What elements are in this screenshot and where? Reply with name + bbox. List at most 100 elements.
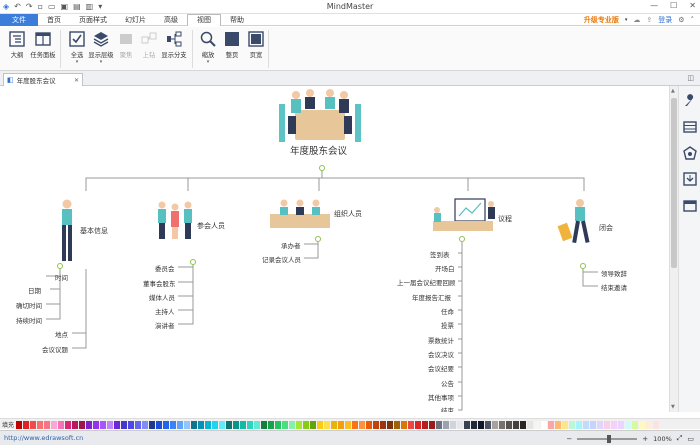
menu-tab-help[interactable]: 帮助: [221, 14, 253, 26]
color-swatch[interactable]: [86, 421, 92, 429]
list-icon[interactable]: [683, 120, 697, 134]
color-swatch[interactable]: [107, 421, 113, 429]
leaf-item[interactable]: 公告: [441, 378, 454, 388]
show-level-button[interactable]: 显示层级 ▾: [88, 31, 114, 65]
color-swatch[interactable]: [205, 421, 211, 429]
color-swatch[interactable]: [331, 421, 337, 429]
leaf-item[interactable]: 领导致辞: [601, 268, 627, 278]
theme-icon[interactable]: [683, 146, 697, 160]
color-swatch[interactable]: [37, 421, 43, 429]
scroll-up-icon[interactable]: ▲: [671, 88, 675, 94]
color-swatch[interactable]: [583, 421, 589, 429]
color-swatch[interactable]: [261, 421, 267, 429]
color-swatch[interactable]: [16, 421, 22, 429]
leaf-item[interactable]: 会议纪要: [428, 363, 454, 373]
menu-tab-home[interactable]: 首页: [38, 14, 70, 26]
color-swatch[interactable]: [366, 421, 372, 429]
color-swatch[interactable]: [415, 421, 421, 429]
color-swatch[interactable]: [443, 421, 449, 429]
leaf-item[interactable]: 记录会议人员: [262, 254, 301, 264]
leaf-item[interactable]: 主持人: [155, 306, 175, 316]
color-swatch[interactable]: [653, 421, 659, 429]
leaf-item[interactable]: 上一届会议纪要回顾: [397, 277, 456, 287]
color-swatch[interactable]: [576, 421, 582, 429]
color-swatch[interactable]: [618, 421, 624, 429]
zoom-button[interactable]: 缩放 ▾: [195, 31, 221, 65]
zoom-slider[interactable]: [577, 434, 638, 443]
color-swatch[interactable]: [646, 421, 652, 429]
document-tab[interactable]: ◧ 年度股东会议 ✕: [3, 73, 83, 86]
collapse-ribbon-icon[interactable]: ˄: [691, 16, 695, 24]
leaf-item[interactable]: 委员会: [155, 263, 175, 273]
color-swatch[interactable]: [310, 421, 316, 429]
menu-tab-slides[interactable]: 幻灯片: [116, 14, 155, 26]
color-swatch[interactable]: [135, 421, 141, 429]
color-swatch[interactable]: [282, 421, 288, 429]
branch-title-attendees[interactable]: 参会人员: [197, 221, 225, 231]
fit-window-icon[interactable]: ⤢: [677, 434, 683, 443]
zoom-slider-knob[interactable]: [607, 434, 612, 443]
vertical-scrollbar[interactable]: ▲ ▼: [669, 86, 678, 412]
leaf-item[interactable]: 会议议题: [42, 344, 68, 354]
leaf-item[interactable]: 确切时间: [16, 300, 42, 310]
color-swatch[interactable]: [156, 421, 162, 429]
close-tab-icon[interactable]: ✕: [74, 77, 79, 84]
central-topic[interactable]: 年度股东会议: [290, 143, 347, 157]
color-swatch[interactable]: [534, 421, 540, 429]
color-swatch[interactable]: [226, 421, 232, 429]
leaf-item[interactable]: 演讲者: [155, 320, 175, 330]
close-icon[interactable]: ✕: [689, 1, 696, 10]
leaf-item[interactable]: 董事会股东: [143, 278, 176, 288]
color-swatch[interactable]: [625, 421, 631, 429]
color-swatch[interactable]: [604, 421, 610, 429]
leaf-item[interactable]: 年度报告汇报: [412, 292, 451, 302]
select-all-button[interactable]: 全选 ▾: [64, 31, 90, 65]
leaf-item[interactable]: 日期: [28, 285, 41, 295]
color-swatch[interactable]: [58, 421, 64, 429]
color-swatch[interactable]: [632, 421, 638, 429]
branch-title-organizers[interactable]: 组织人员: [334, 209, 362, 219]
color-swatch[interactable]: [408, 421, 414, 429]
color-swatch[interactable]: [513, 421, 519, 429]
color-swatch[interactable]: [611, 421, 617, 429]
cloud-icon[interactable]: ☁: [633, 16, 640, 24]
color-swatch[interactable]: [303, 421, 309, 429]
color-swatch[interactable]: [121, 421, 127, 429]
leaf-item[interactable]: 任命: [441, 306, 454, 316]
zoom-out-icon[interactable]: −: [566, 435, 572, 443]
fit-page-button[interactable]: 整页: [219, 31, 245, 59]
upgrade-dropdown-icon[interactable]: ▾: [625, 17, 628, 23]
color-swatch[interactable]: [170, 421, 176, 429]
zoom-in-icon[interactable]: +: [642, 435, 648, 443]
color-swatch[interactable]: [450, 421, 456, 429]
scrollbar-thumb[interactable]: [671, 98, 677, 268]
color-swatch[interactable]: [114, 421, 120, 429]
color-swatch[interactable]: [79, 421, 85, 429]
color-swatch[interactable]: [338, 421, 344, 429]
leaf-item[interactable]: 签到表: [430, 249, 450, 259]
leaf-item[interactable]: 持续时间: [16, 315, 42, 325]
color-swatch[interactable]: [233, 421, 239, 429]
fullscreen-icon[interactable]: ▭: [687, 435, 694, 443]
color-swatch[interactable]: [478, 421, 484, 429]
leaf-item[interactable]: 结束邀请: [601, 282, 627, 292]
leaf-item[interactable]: 开场白: [435, 263, 455, 273]
color-swatch[interactable]: [345, 421, 351, 429]
zoom-dropdown-icon[interactable]: ▾: [195, 59, 221, 65]
color-swatch[interactable]: [373, 421, 379, 429]
color-swatch[interactable]: [485, 421, 491, 429]
color-swatch[interactable]: [254, 421, 260, 429]
leaf-item[interactable]: 会议决议: [428, 349, 454, 359]
upgrade-pro-link[interactable]: 升级专业版: [584, 15, 619, 25]
color-swatch[interactable]: [394, 421, 400, 429]
color-swatch[interactable]: [191, 421, 197, 429]
color-swatch[interactable]: [569, 421, 575, 429]
color-swatch[interactable]: [240, 421, 246, 429]
color-swatch[interactable]: [247, 421, 253, 429]
panel-toggle-icon[interactable]: ◫: [687, 74, 694, 82]
login-link[interactable]: 登录: [658, 15, 672, 25]
color-swatch[interactable]: [44, 421, 50, 429]
color-swatch[interactable]: [457, 421, 463, 429]
color-swatch[interactable]: [401, 421, 407, 429]
color-swatch[interactable]: [548, 421, 554, 429]
